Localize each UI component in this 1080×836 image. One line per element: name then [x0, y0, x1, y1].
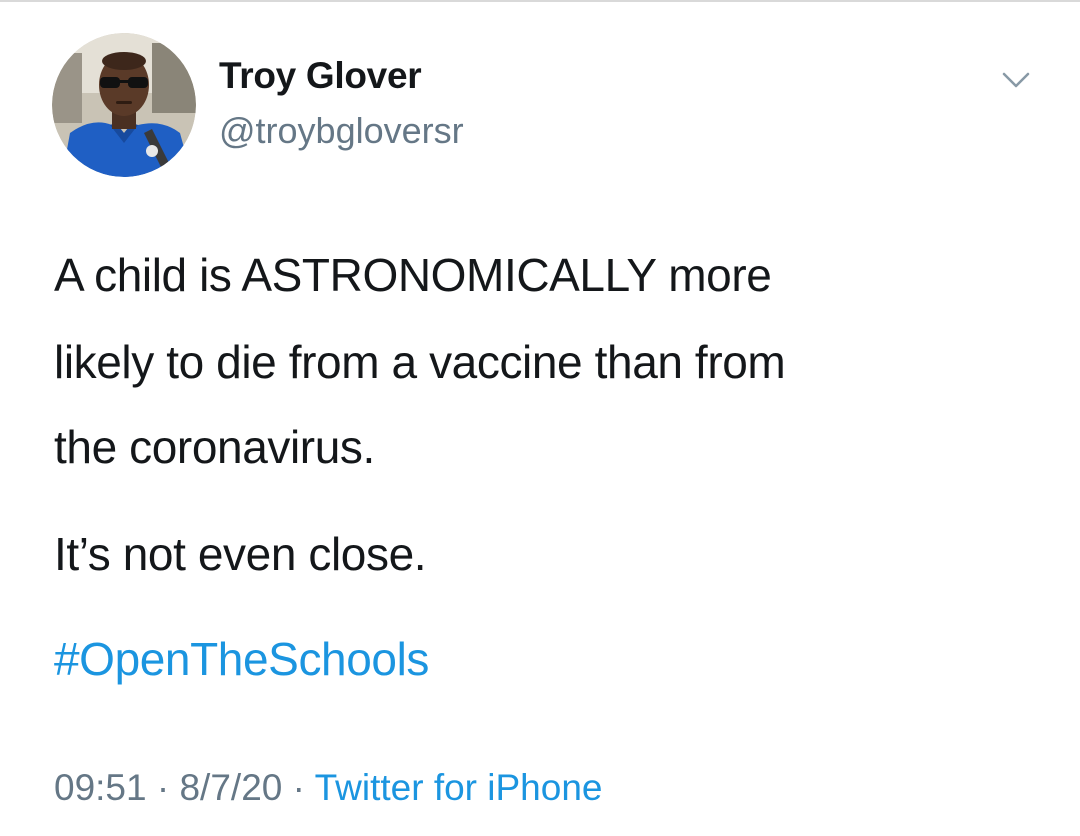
tweet-time[interactable]: 09:51	[54, 767, 147, 808]
tweet-text-line: It’s not even close.	[54, 528, 427, 580]
avatar[interactable]	[52, 33, 196, 177]
tweet-date[interactable]: 8/7/20	[179, 767, 282, 808]
author-handle[interactable]: @troybgloversr	[219, 110, 464, 152]
tweet-meta: 09:51 · 8/7/20 · Twitter for iPhone	[54, 767, 602, 809]
avatar-image	[52, 33, 196, 177]
tweet-source-link[interactable]: Twitter for iPhone	[315, 767, 603, 808]
meta-separator: ·	[146, 767, 180, 808]
tweet-text-line: the coronavirus.	[54, 421, 375, 473]
meta-separator: ·	[282, 767, 315, 808]
author-name[interactable]: Troy Glover	[219, 55, 422, 97]
tweet-text-line: likely to die from a vaccine than from	[54, 336, 786, 388]
chevron-down-icon[interactable]	[996, 64, 1036, 94]
tweet-text-line: A child is ASTRONOMICALLY more	[54, 249, 772, 301]
hashtag-link[interactable]: #OpenTheSchools	[54, 632, 429, 686]
tweet-card: Troy Glover @troybgloversr A child is AS…	[0, 0, 1080, 836]
